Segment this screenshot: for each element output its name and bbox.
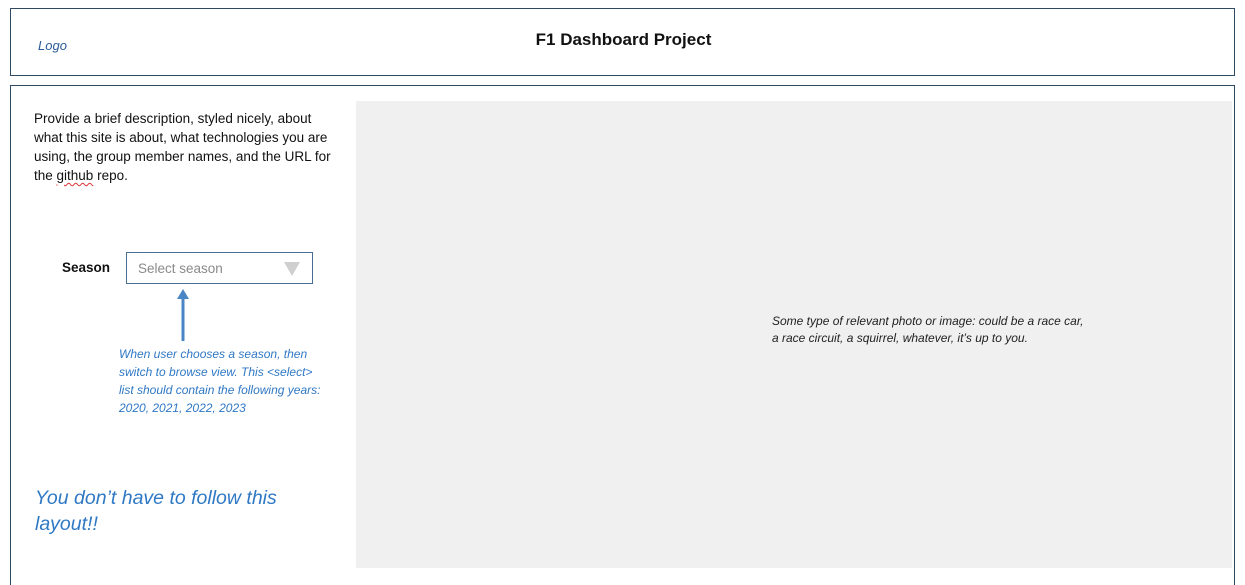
dropdown-triangle-icon [284,262,300,276]
season-label: Season [62,260,111,275]
season-select-placeholder: Select season [138,261,223,276]
page-title: F1 Dashboard Project [535,30,712,49]
up-arrow-icon [177,289,189,341]
header: Logo F1 Dashboard Project [10,8,1235,76]
description-misspelled-word: github [56,168,94,183]
hero-image-placeholder: Some type of relevant photo or image: co… [356,101,1232,568]
season-annotation: When user chooses a season, then switch … [119,347,321,415]
main-panel: Provide a brief description, styled nice… [10,85,1235,585]
season-select[interactable]: Select season [126,252,313,284]
description-text-end: repo. [93,168,128,183]
site-description: Provide a brief description, styled nice… [34,109,334,185]
image-caption: Some type of relevant photo or image: co… [772,314,1084,345]
layout-note: You don’t have to follow this layout!! [35,487,277,535]
